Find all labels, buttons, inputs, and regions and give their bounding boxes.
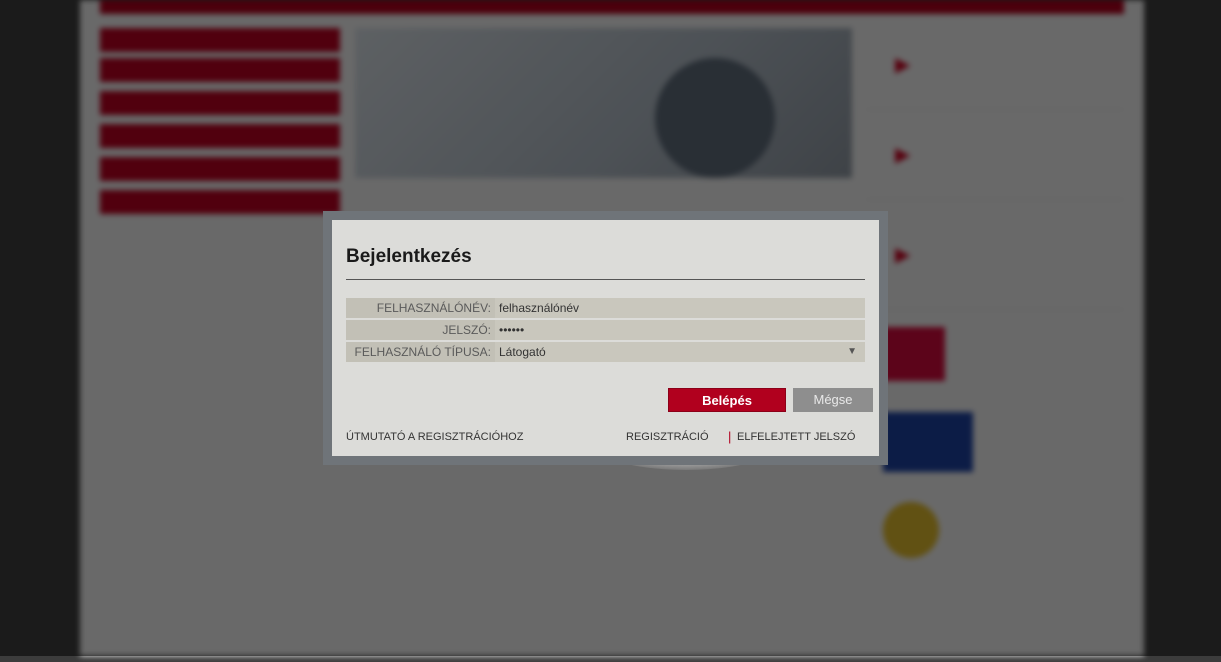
registration-guide-link[interactable]: ÚTMUTATÓ A REGISZTRÁCIÓHOZ — [346, 431, 523, 443]
user-type-select[interactable]: Látogató ▼ — [495, 342, 865, 362]
password-row: JELSZÓ: •••••• — [346, 320, 865, 340]
cancel-button[interactable]: Mégse — [793, 388, 873, 412]
user-type-label: FELHASZNÁLÓ TÍPUSA: — [346, 342, 495, 362]
registration-link[interactable]: REGISZTRÁCIÓ — [626, 431, 709, 443]
title-divider — [346, 279, 865, 280]
chevron-down-icon: ▼ — [847, 346, 857, 357]
username-label: FELHASZNÁLÓNÉV: — [346, 298, 495, 318]
login-dialog-body: Bejelentkezés FELHASZNÁLÓNÉV: felhasznál… — [332, 220, 879, 456]
user-type-value: Látogató — [499, 345, 546, 359]
login-form: FELHASZNÁLÓNÉV: felhasználónév JELSZÓ: •… — [346, 298, 865, 364]
password-label: JELSZÓ: — [346, 320, 495, 340]
forgot-password-link[interactable]: ELFELEJTETT JELSZÓ — [737, 431, 855, 443]
username-input[interactable]: felhasználónév — [495, 298, 865, 318]
login-button[interactable]: Belépés — [668, 388, 786, 412]
dialog-title: Bejelentkezés — [346, 246, 472, 267]
link-separator: | — [728, 429, 732, 444]
login-dialog: Bejelentkezés FELHASZNÁLÓNÉV: felhasznál… — [323, 211, 888, 465]
user-type-row: FELHASZNÁLÓ TÍPUSA: Látogató ▼ — [346, 342, 865, 362]
password-input[interactable]: •••••• — [495, 320, 865, 340]
username-row: FELHASZNÁLÓNÉV: felhasználónév — [346, 298, 865, 318]
